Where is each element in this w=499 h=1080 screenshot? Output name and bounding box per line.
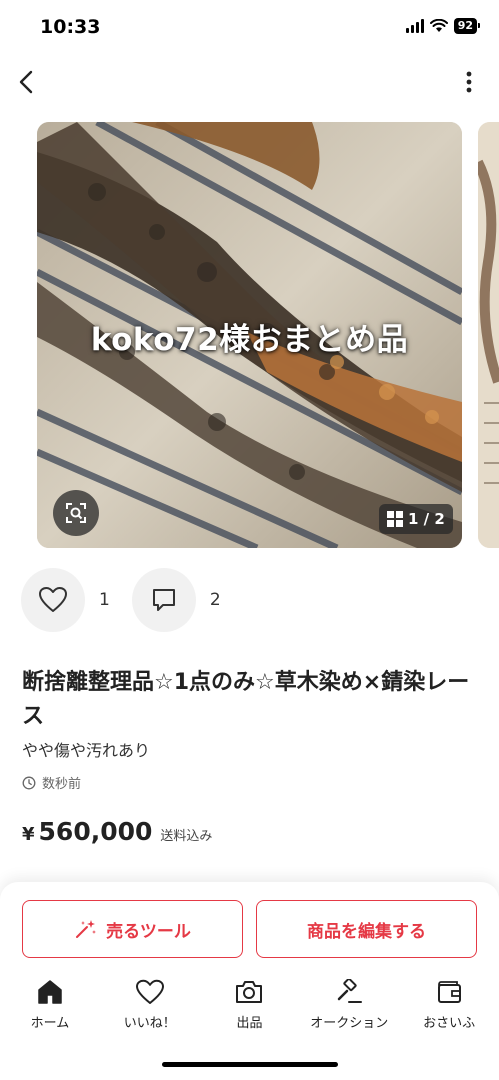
home-indicator[interactable] [162,1062,338,1067]
sell-tools-label: 売るツール [106,921,191,942]
posted-time: 数秒前 [42,777,82,792]
tab-likes[interactable]: いいね！ [100,978,200,1038]
social-actions: 1 2 [21,568,243,632]
photo-caption: koko72様おまとめ品 [90,322,409,358]
scan-icon [66,503,86,523]
like-button[interactable] [21,568,85,632]
wallet-icon [438,981,462,1003]
tab-wallet[interactable]: おさいふ [399,978,499,1038]
item-price: 560,000 [38,817,153,846]
heart-icon [135,979,164,1004]
grid-icon [387,511,403,527]
comment-icon [152,589,175,611]
gavel-icon [338,979,363,1003]
tab-home[interactable]: ホーム [0,978,100,1038]
price-row: ¥ 560,000 送料込み [22,817,212,846]
more-vertical-icon [466,71,472,93]
comments-count: 2 [209,590,221,610]
tab-bar: ホーム いいね！ 出品 オークション おさいふ [0,978,499,1038]
edit-item-label: 商品を編集する [307,921,426,942]
likes-count: 1 [99,590,110,610]
clock-icon [22,776,36,789]
status-icons: 92 [405,18,481,34]
item-condition: やや傷や汚れあり [22,741,151,760]
camera-icon [236,981,263,1003]
heart-icon [39,587,67,612]
next-photo-image [478,122,499,548]
product-photo[interactable]: koko72様おまとめ品 1 / 2 [37,122,462,548]
sell-tools-button[interactable]: 売るツール [22,900,243,958]
tab-home-label: ホーム [30,1016,70,1031]
tab-wallet-label: おさいふ [423,1016,476,1031]
photo-gallery[interactable]: koko72様おまとめ品 1 / 2 [37,122,499,548]
tab-auction[interactable]: オークション [299,978,399,1038]
sparkle-wand-icon [76,920,97,938]
tab-auction-label: オークション [310,1016,389,1031]
tab-listing[interactable]: 出品 [200,978,300,1038]
status-bar: 10:33 92 [0,0,499,54]
next-photo-preview[interactable] [478,122,499,548]
edit-item-button[interactable]: 商品を編集する [256,900,477,958]
wifi-icon [429,19,448,32]
item-title: 断捨離整理品☆1点のみ☆草木染め×錆染レース [22,670,470,729]
status-time: 10:33 [40,16,101,38]
home-icon [38,980,62,1004]
more-options-button[interactable] [459,68,479,96]
tab-listing-label: 出品 [236,1016,263,1031]
comment-button[interactable] [131,568,196,632]
image-search-button[interactable] [53,490,99,536]
back-button[interactable] [14,68,42,96]
page-indicator-text: 1 / 2 [408,510,445,528]
page-indicator: 1 / 2 [379,504,453,534]
shipping-info: 送料込み [160,829,213,844]
currency-symbol: ¥ [22,824,35,845]
chevron-left-icon [19,70,33,94]
bottom-action-sheet: 売るツール 商品を編集する ホーム いいね！ 出品 オークション おさいふ [0,882,499,1080]
posted-time-row: 数秒前 [22,773,81,792]
top-bar [0,60,499,104]
cellular-signal-icon [405,19,424,33]
battery-icon: 92 [453,18,481,34]
tab-likes-label: いいね！ [123,1016,176,1031]
